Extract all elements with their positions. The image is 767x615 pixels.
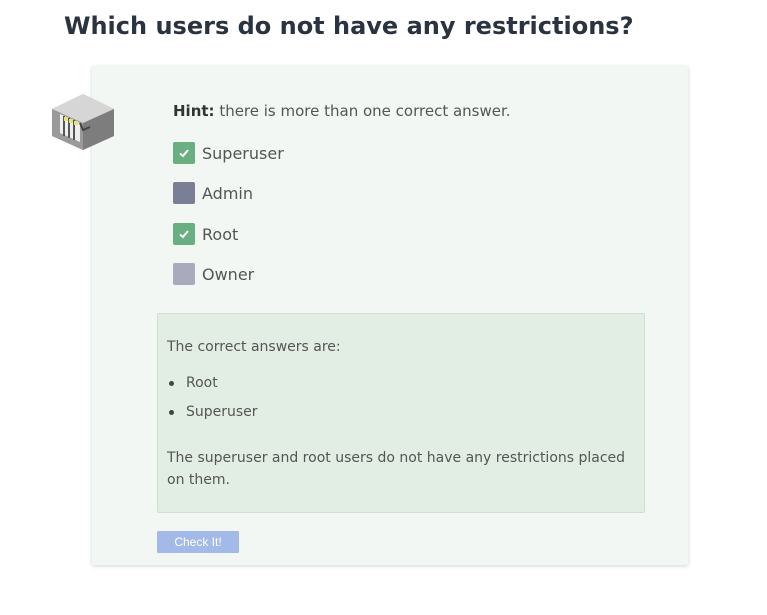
checkbox-admin[interactable] [173,182,195,204]
checkmark-icon [179,230,189,239]
option-root[interactable]: Root [173,223,238,245]
list-item: Superuser [167,402,258,431]
option-label: Admin [202,183,253,203]
hint-label: Hint: [173,102,215,120]
checkmark-icon [179,149,189,158]
hint-text: Hint: there is more than one correct ans… [173,102,511,120]
option-label: Root [202,224,239,244]
feedback-intro: The correct answers are: [167,339,341,355]
feedback-explanation: The superuser and root users do not have… [167,450,626,488]
feedback-panel: The correct answers are: Root Superuser … [157,313,645,513]
check-it-button[interactable]: Check It! [157,531,239,553]
server-rack-icon [50,92,116,152]
option-owner[interactable]: Owner [173,263,254,285]
list-item: Root [167,373,258,402]
option-label: Owner [202,264,255,284]
checkbox-superuser[interactable] [173,142,195,164]
checkbox-owner[interactable] [173,263,195,285]
checkbox-root[interactable] [173,223,195,245]
hint-message: there is more than one correct answer. [214,102,511,120]
option-superuser[interactable]: Superuser [173,142,284,164]
question-title: Which users do not have any restrictions… [64,12,634,40]
correct-answers-list: Root Superuser [167,373,258,431]
option-admin[interactable]: Admin [173,182,253,204]
option-label: Superuser [202,143,284,163]
